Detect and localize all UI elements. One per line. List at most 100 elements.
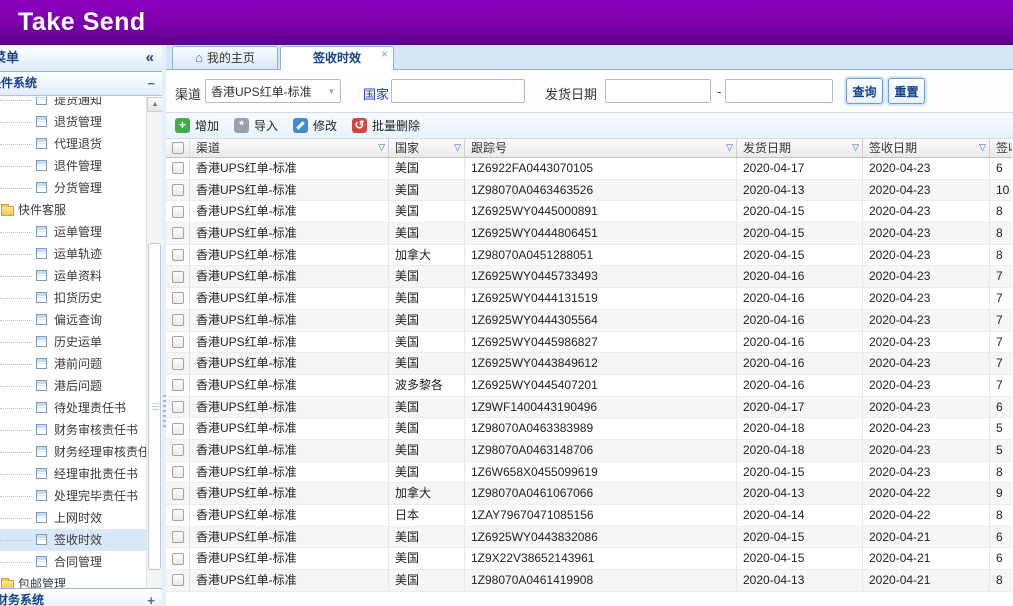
tab-close-icon[interactable]: × [381, 47, 388, 61]
row-checkbox[interactable] [172, 401, 184, 413]
column-header[interactable]: 签收天数▽ [990, 139, 1012, 157]
column-filter-icon[interactable]: ▽ [726, 143, 733, 152]
table-row[interactable]: 香港UPS红单-标准美国1Z98070A04633839892020-04-18… [166, 418, 1012, 440]
row-checkbox[interactable] [172, 531, 184, 543]
table-row[interactable]: 香港UPS红单-标准美国1Z6922FA04430701052020-04-17… [166, 158, 1012, 180]
sidebar-item[interactable]: 上网时效 [0, 507, 146, 529]
reset-button[interactable]: 重置 [888, 78, 925, 104]
scrollbar-thumb[interactable] [148, 243, 161, 570]
country-input[interactable] [391, 79, 525, 103]
sidebar-item[interactable]: 港前问题 [0, 353, 146, 375]
row-checkbox[interactable] [172, 509, 184, 521]
sidebar-item[interactable]: 扣货历史 [0, 287, 146, 309]
row-checkbox[interactable] [172, 292, 184, 304]
sidebar-item[interactable]: 分货管理 [0, 177, 146, 199]
row-checkbox-cell[interactable] [166, 201, 190, 222]
column-header[interactable]: 跟踪号▽ [465, 139, 737, 157]
search-button[interactable]: 查询 [846, 78, 883, 104]
sidebar-item[interactable]: 签收时效 [0, 529, 146, 551]
column-filter-icon[interactable]: ▽ [852, 143, 859, 152]
accordion-header-express-system[interactable]: 快件系统 − [0, 72, 162, 96]
tab-sign-time[interactable]: 签收时效× [280, 46, 394, 70]
sidebar-item[interactable]: 港后问题 [0, 375, 146, 397]
row-checkbox-cell[interactable] [166, 440, 190, 461]
row-checkbox-cell[interactable] [166, 310, 190, 331]
row-checkbox-cell[interactable] [166, 288, 190, 309]
select-all-cell[interactable] [166, 139, 190, 157]
sidebar-item[interactable]: 退货管理 [0, 111, 146, 133]
table-row[interactable]: 香港UPS红单-标准美国1Z6925WY04443055642020-04-16… [166, 310, 1012, 332]
sidebar-item[interactable]: 退件管理 [0, 155, 146, 177]
row-checkbox[interactable] [172, 574, 184, 586]
sidebar-item[interactable]: 历史运单 [0, 331, 146, 353]
expand-section-icon[interactable]: + [147, 589, 155, 606]
sidebar-item[interactable]: 财务审核责任书 [0, 419, 146, 441]
row-checkbox[interactable] [172, 379, 184, 391]
sidebar-item[interactable]: 偏远查询 [0, 309, 146, 331]
table-row[interactable]: 香港UPS红单-标准美国1Z98070A04614199082020-04-13… [166, 570, 1012, 592]
sidebar-item[interactable]: 经理审批责任书 [0, 463, 146, 485]
table-row[interactable]: 香港UPS红单-标准波多黎各1Z6925WY04454072012020-04-… [166, 375, 1012, 397]
sidebar-item[interactable]: 合同管理 [0, 551, 146, 573]
table-row[interactable]: 香港UPS红单-标准美国1Z6925WY04448064512020-04-15… [166, 223, 1012, 245]
row-checkbox[interactable] [172, 206, 184, 218]
row-checkbox[interactable] [172, 162, 184, 174]
row-checkbox-cell[interactable] [166, 462, 190, 483]
table-row[interactable]: 香港UPS红单-标准美国1Z98070A04634635262020-04-13… [166, 180, 1012, 202]
chevron-down-icon[interactable]: ▼ [323, 87, 340, 96]
tab-home[interactable]: ⌂我的主页 [172, 46, 278, 69]
select-all-checkbox[interactable] [172, 142, 184, 154]
scroll-up-icon[interactable]: ▲ [147, 97, 162, 112]
sidebar-item[interactable]: 待处理责任书 [0, 397, 146, 419]
column-header[interactable]: 发货日期▽ [737, 139, 863, 157]
modify-button[interactable]: 修改 [293, 117, 337, 134]
batch-delete-button[interactable]: ↺批量删除 [352, 117, 420, 134]
row-checkbox-cell[interactable] [166, 570, 190, 591]
table-row[interactable]: 香港UPS红单-标准美国1Z6925WY04450008912020-04-15… [166, 201, 1012, 223]
row-checkbox-cell[interactable] [166, 375, 190, 396]
row-checkbox-cell[interactable] [166, 418, 190, 439]
row-checkbox[interactable] [172, 271, 184, 283]
sidebar-scrollbar[interactable]: ▲ ▼ [146, 97, 162, 606]
row-checkbox-cell[interactable] [166, 527, 190, 548]
import-button[interactable]: *导入 [234, 117, 278, 134]
table-row[interactable]: 香港UPS红单-标准日本1ZAY796704710851562020-04-14… [166, 505, 1012, 527]
row-checkbox-cell[interactable] [166, 180, 190, 201]
sidebar-item[interactable]: 财务经理审核责任书 [0, 441, 146, 463]
row-checkbox[interactable] [172, 336, 184, 348]
row-checkbox[interactable] [172, 553, 184, 565]
table-row[interactable]: 香港UPS红单-标准美国1Z9X22V386521439612020-04-15… [166, 548, 1012, 570]
ship-date-from-input[interactable] [605, 79, 711, 103]
row-checkbox-cell[interactable] [166, 245, 190, 266]
table-row[interactable]: 香港UPS红单-标准美国1Z6925WY04438320862020-04-15… [166, 527, 1012, 549]
table-row[interactable]: 香港UPS红单-标准加拿大1Z98070A04512880512020-04-1… [166, 245, 1012, 267]
table-row[interactable]: 香港UPS红单-标准美国1Z9WF14004431904962020-04-17… [166, 397, 1012, 419]
row-checkbox-cell[interactable] [166, 505, 190, 526]
row-checkbox[interactable] [172, 314, 184, 326]
ship-date-to-input[interactable] [725, 79, 833, 103]
table-row[interactable]: 香港UPS红单-标准加拿大1Z98070A04610670662020-04-1… [166, 483, 1012, 505]
add-button[interactable]: +增加 [175, 117, 219, 134]
row-checkbox-cell[interactable] [166, 266, 190, 287]
row-checkbox[interactable] [172, 423, 184, 435]
column-filter-icon[interactable]: ▽ [979, 143, 986, 152]
row-checkbox[interactable] [172, 249, 184, 261]
sidebar-item[interactable]: 运单资料 [0, 265, 146, 287]
sidebar-item[interactable]: 运单轨迹 [0, 243, 146, 265]
sidebar-folder[interactable]: 包邮管理 [0, 573, 146, 589]
row-checkbox-cell[interactable] [166, 158, 190, 179]
sidebar-folder[interactable]: 快件客服 [0, 199, 146, 221]
column-filter-icon[interactable]: ▽ [454, 143, 461, 152]
channel-select[interactable]: 香港UPS红单-标准 ▼ [205, 79, 341, 103]
row-checkbox-cell[interactable] [166, 223, 190, 244]
accordion-header-finance-system[interactable]: 财务系统 + [0, 588, 162, 606]
table-row[interactable]: 香港UPS红单-标准美国1Z98070A04631487062020-04-18… [166, 440, 1012, 462]
table-row[interactable]: 香港UPS红单-标准美国1Z6925WY04438496122020-04-16… [166, 353, 1012, 375]
column-filter-icon[interactable]: ▽ [378, 143, 385, 152]
row-checkbox[interactable] [172, 488, 184, 500]
collapse-section-icon[interactable]: − [147, 72, 155, 95]
row-checkbox-cell[interactable] [166, 397, 190, 418]
collapse-sidebar-icon[interactable]: « [146, 45, 154, 71]
sidebar-item[interactable]: 提货通知 [0, 97, 146, 111]
row-checkbox[interactable] [172, 444, 184, 456]
